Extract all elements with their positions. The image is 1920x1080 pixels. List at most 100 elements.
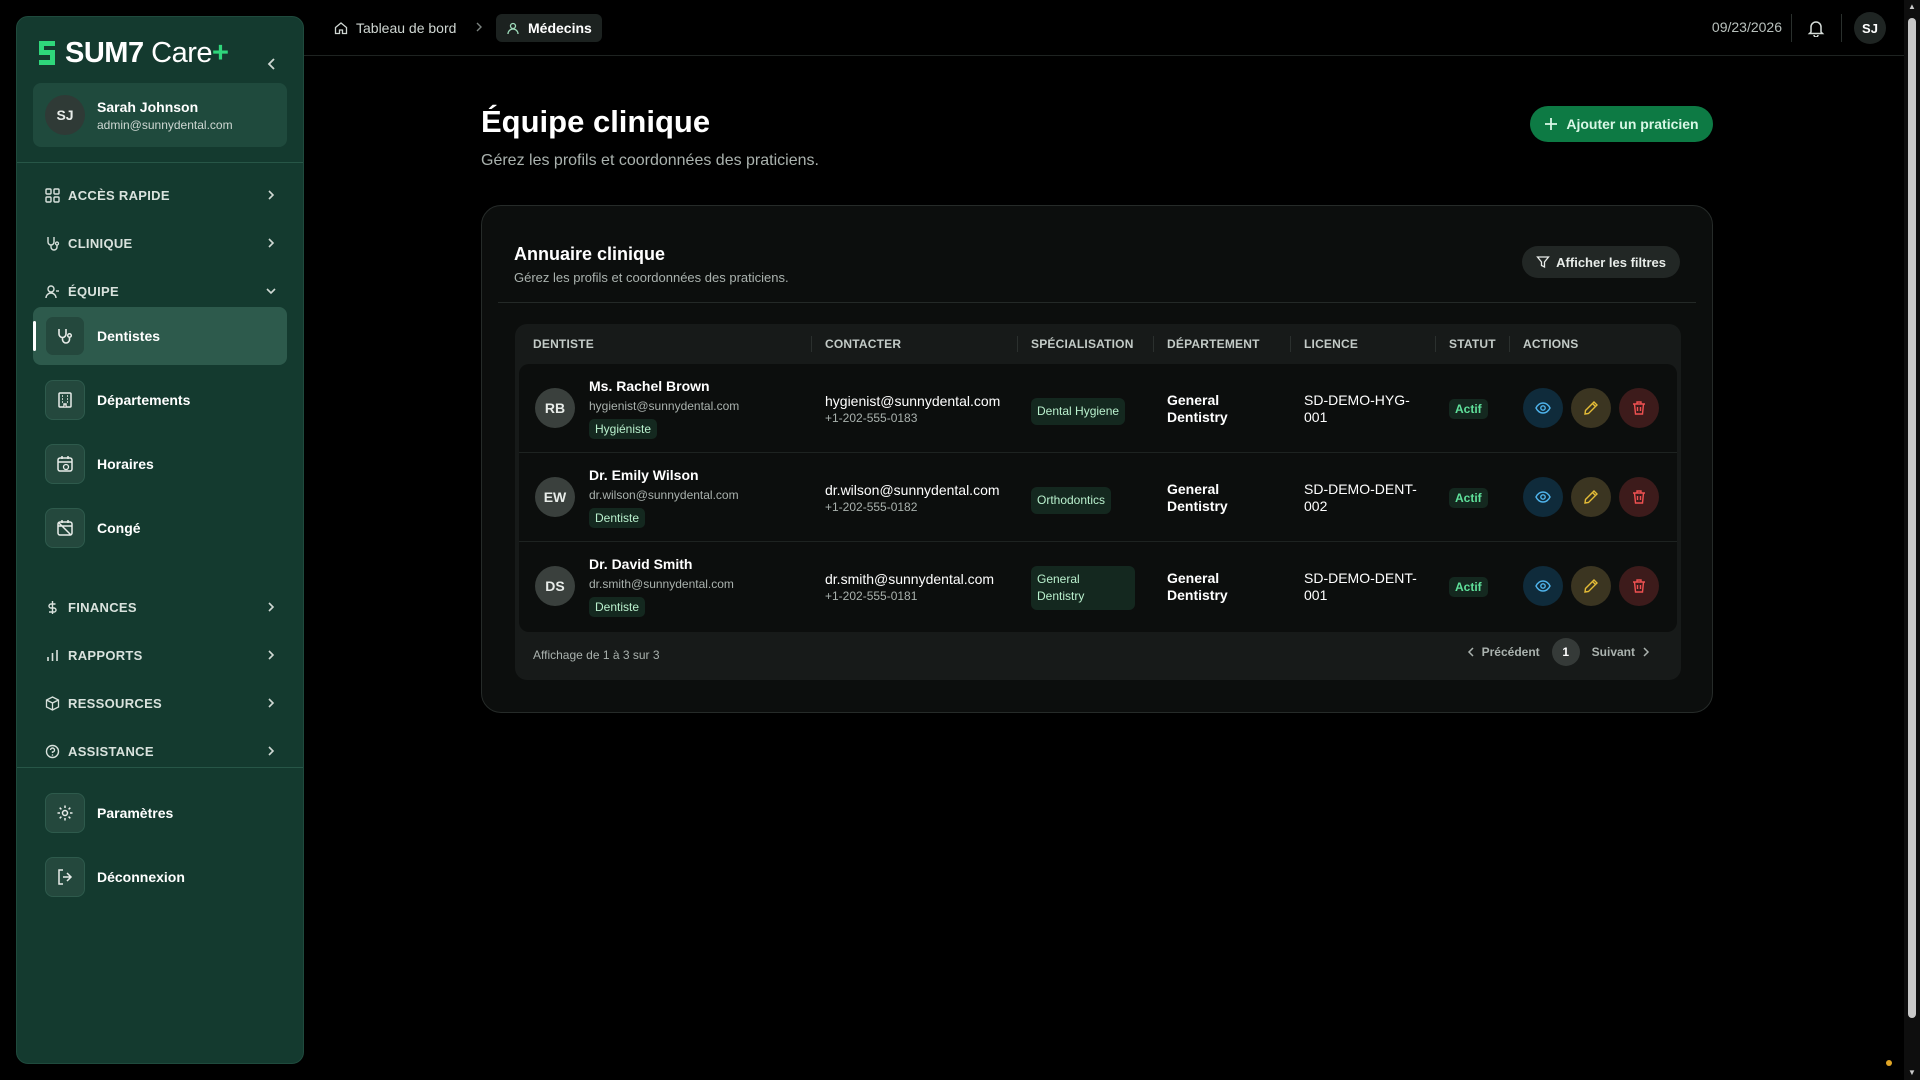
- user-email: admin@sunnydental.com: [97, 117, 233, 132]
- column-divider: [1017, 336, 1018, 352]
- pencil-icon: [1584, 579, 1598, 593]
- nav-section-resources[interactable]: RESSOURCES: [45, 689, 285, 717]
- page-number-button[interactable]: 1: [1551, 638, 1580, 666]
- sidebar-item-departments[interactable]: Départements: [33, 371, 287, 429]
- clinical-directory-card: Annuaire clinique Gérez les profils et c…: [481, 205, 1713, 713]
- column-header-status[interactable]: STATUT: [1449, 324, 1496, 364]
- bar-chart-icon: [47, 649, 58, 661]
- eye-icon: [1535, 402, 1551, 414]
- department: General Dentistry: [1167, 392, 1228, 425]
- sidebar-item-logout[interactable]: Déconnexion: [33, 848, 287, 906]
- scroll-down-icon[interactable]: ▼: [1907, 1068, 1917, 1078]
- status-indicator-dot: [1886, 1060, 1892, 1066]
- stethoscope-icon: [47, 236, 60, 251]
- column-header-specialization[interactable]: SPÉCIALISATION: [1031, 324, 1134, 364]
- practitioners-table: DENTISTE CONTACTER SPÉCIALISATION DÉPART…: [515, 324, 1681, 680]
- breadcrumb-home[interactable]: Tableau de bord: [324, 14, 466, 42]
- user-card[interactable]: SJ Sarah Johnson admin@sunnydental.com: [33, 83, 287, 147]
- nav-section-label: CLINIQUE: [68, 235, 133, 251]
- nav-section-clinic[interactable]: CLINIQUE: [45, 229, 285, 257]
- license-number: SD-DEMO-DENT-001: [1304, 570, 1417, 603]
- sidebar-item-label: Horaires: [97, 456, 154, 472]
- nav-section-support[interactable]: ASSISTANCE: [45, 737, 285, 765]
- brand-logo[interactable]: SUM7 Care+: [35, 35, 229, 71]
- user-menu-avatar[interactable]: SJ: [1854, 12, 1886, 44]
- previous-page-button[interactable]: Précédent: [1466, 645, 1540, 659]
- chevron-right-icon: [268, 190, 275, 200]
- nav-section-finances[interactable]: FINANCES: [45, 593, 285, 621]
- practitioner-name[interactable]: Ms. Rachel Brown: [589, 378, 739, 394]
- scroll-up-icon[interactable]: ▲: [1907, 2, 1917, 12]
- column-header-license[interactable]: LICENCE: [1304, 324, 1358, 364]
- nav-section-reports[interactable]: RAPPORTS: [45, 641, 285, 669]
- contact-email[interactable]: dr.smith@sunnydental.com: [825, 571, 994, 587]
- view-button[interactable]: [1523, 477, 1563, 517]
- filter-icon: [1536, 256, 1551, 269]
- contact-email[interactable]: hygienist@sunnydental.com: [825, 393, 1000, 409]
- status-badge: Actif: [1449, 399, 1488, 419]
- collapse-sidebar-button[interactable]: [261, 53, 283, 75]
- logout-icon: [45, 857, 85, 897]
- edit-button[interactable]: [1571, 477, 1611, 517]
- sidebar-item-settings[interactable]: Paramètres: [33, 784, 287, 842]
- table-row[interactable]: EW Dr. Emily Wilson dr.wilson@sunnydenta…: [519, 453, 1677, 542]
- sidebar-item-leave[interactable]: Congé: [33, 499, 287, 557]
- nav-section-label: ACCÈS RAPIDE: [68, 187, 170, 203]
- avatar: RB: [535, 388, 575, 428]
- contact-phone: +1-202-555-0182: [825, 500, 918, 514]
- license-number: SD-DEMO-HYG-001: [1304, 392, 1410, 425]
- directory-title: Annuaire clinique: [514, 244, 666, 264]
- next-page-button[interactable]: Suivant: [1592, 645, 1651, 659]
- page-title: Équipe clinique: [481, 104, 711, 139]
- specialization-badge: General Dentistry: [1031, 566, 1135, 610]
- role-badge: Hygiéniste: [589, 419, 658, 439]
- table-row[interactable]: RB Ms. Rachel Brown hygienist@sunnydenta…: [519, 364, 1677, 453]
- delete-button[interactable]: [1619, 566, 1659, 606]
- column-header-department[interactable]: DÉPARTEMENT: [1167, 324, 1260, 364]
- edit-button[interactable]: [1571, 388, 1611, 428]
- user-name: Sarah Johnson: [97, 98, 199, 115]
- user-avatar: SJ: [45, 95, 85, 135]
- delete-button[interactable]: [1619, 388, 1659, 428]
- eye-icon: [1535, 580, 1551, 592]
- column-header-dentist[interactable]: DENTISTE: [533, 324, 594, 364]
- contact-email[interactable]: dr.wilson@sunnydental.com: [825, 482, 1000, 498]
- view-button[interactable]: [1523, 388, 1563, 428]
- sidebar-item-schedules[interactable]: Horaires: [33, 435, 287, 493]
- breadcrumb-current-label: Médecins: [528, 20, 592, 36]
- specialization-badge: Orthodontics: [1031, 487, 1112, 514]
- add-practitioner-button[interactable]: Ajouter un praticien: [1530, 106, 1713, 142]
- nav-section-quick-access[interactable]: ACCÈS RAPIDE: [45, 181, 285, 209]
- table-row[interactable]: DS Dr. David Smith dr.smith@sunnydental.…: [519, 542, 1677, 631]
- sidebar-item-label: Congé: [97, 520, 141, 536]
- edit-button[interactable]: [1571, 566, 1611, 606]
- role-badge: Dentiste: [589, 597, 646, 617]
- pencil-icon: [1584, 401, 1598, 415]
- delete-button[interactable]: [1619, 477, 1659, 517]
- top-bar: Tableau de bord Médecins 09/23/2026 SJ: [304, 0, 1904, 56]
- page-scrollbar[interactable]: ▲ ▼: [1904, 0, 1920, 1080]
- notifications-button[interactable]: [1804, 16, 1828, 40]
- topbar-divider: [1791, 14, 1792, 42]
- pencil-icon: [1584, 490, 1598, 504]
- breadcrumb-current[interactable]: Médecins: [496, 14, 602, 42]
- practitioner-name[interactable]: Dr. David Smith: [589, 556, 734, 572]
- calendar-clock-icon: [45, 444, 85, 484]
- view-button[interactable]: [1523, 566, 1563, 606]
- column-header-contact[interactable]: CONTACTER: [825, 324, 901, 364]
- column-divider: [811, 336, 812, 352]
- chevron-right-icon: [268, 650, 275, 660]
- column-divider: [1435, 336, 1436, 352]
- chevron-right-icon: [1643, 647, 1650, 657]
- plus-icon: [1545, 118, 1558, 130]
- doctors-icon: [507, 22, 519, 35]
- avatar: DS: [535, 566, 575, 606]
- nav-section-team[interactable]: ÉQUIPE: [45, 277, 285, 305]
- chevron-down-icon: [266, 288, 276, 295]
- column-header-actions: ACTIONS: [1523, 337, 1579, 351]
- show-filters-button[interactable]: Afficher les filtres: [1522, 246, 1680, 278]
- practitioner-name[interactable]: Dr. Emily Wilson: [589, 467, 739, 483]
- scrollbar-thumb[interactable]: [1908, 18, 1916, 1018]
- sidebar-item-dentists[interactable]: Dentistes: [33, 307, 287, 365]
- trash-icon: [1633, 490, 1645, 504]
